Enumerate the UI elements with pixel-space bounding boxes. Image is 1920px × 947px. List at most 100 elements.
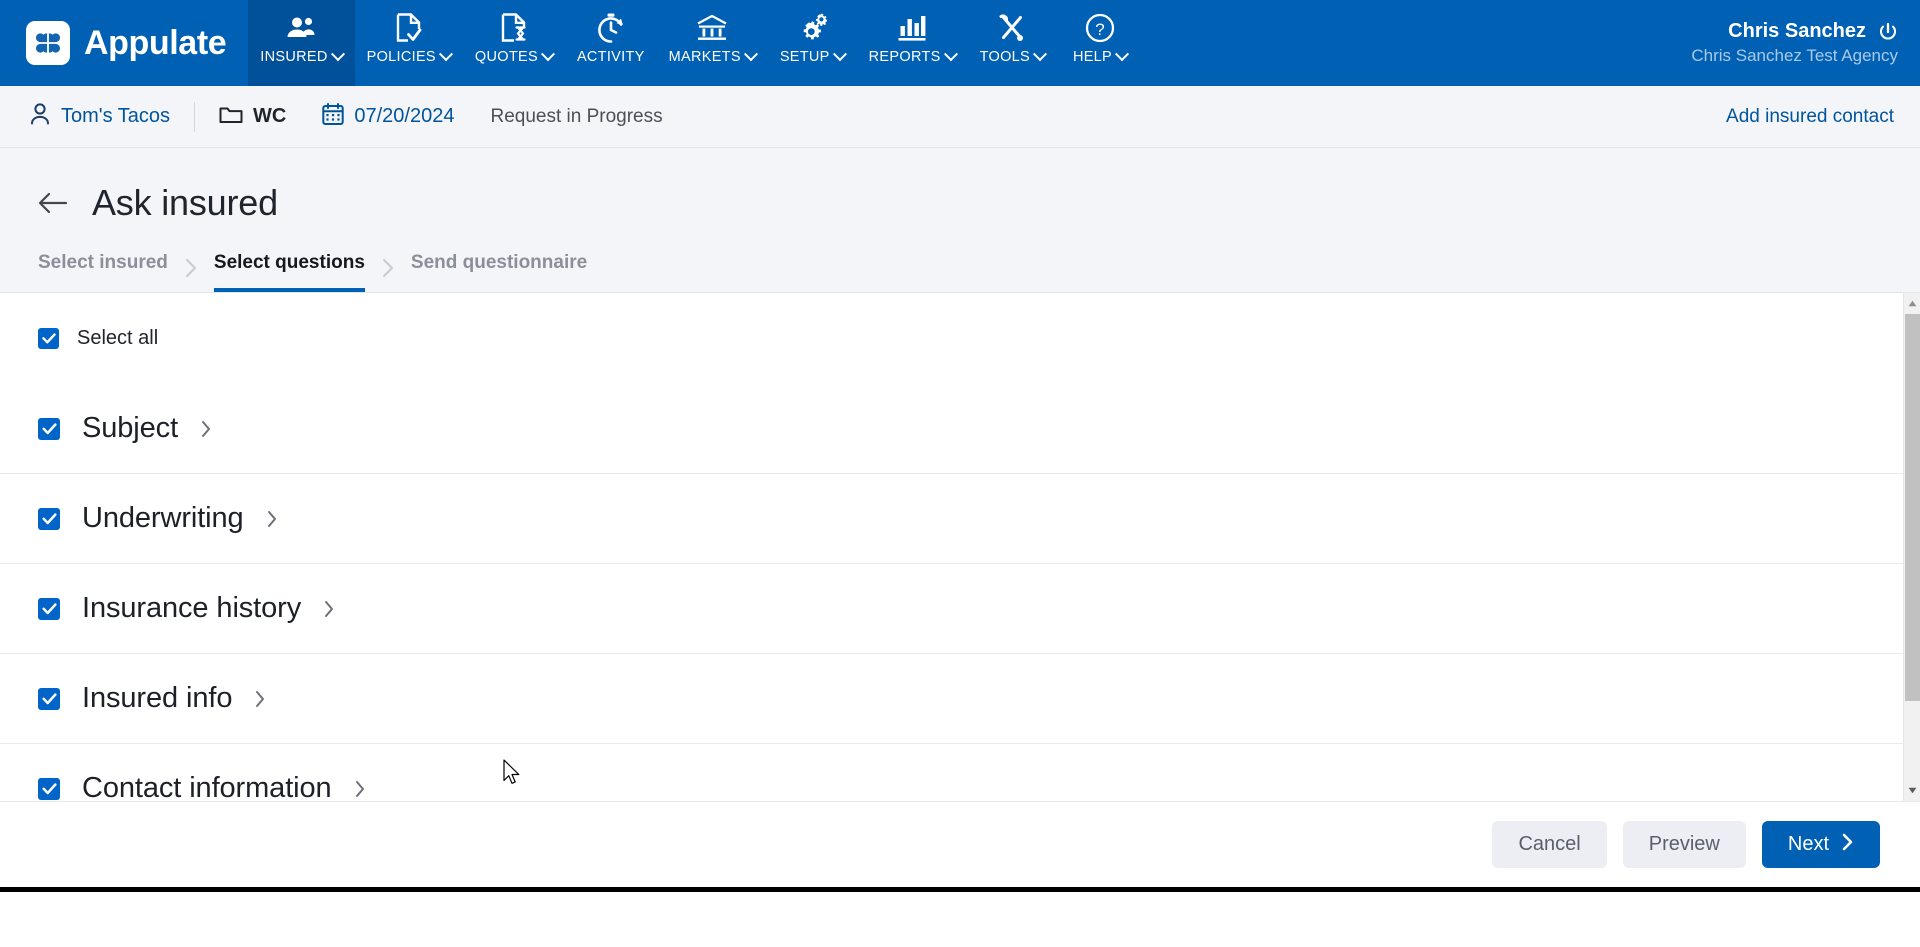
chevron-down-icon	[743, 47, 758, 62]
group-label: Subject	[82, 412, 179, 444]
nav-item-policies[interactable]: POLICIES	[355, 0, 463, 86]
chevron-down-icon	[1114, 47, 1130, 62]
step-select-questions[interactable]: Select questions	[213, 252, 365, 292]
question-group-row[interactable]: Insured info	[0, 654, 1903, 744]
nav-label-help: HELP	[1072, 49, 1113, 65]
divider	[194, 101, 196, 132]
wrench-screwdriver-icon	[997, 9, 1027, 47]
chevron-down-icon	[1032, 47, 1048, 62]
group-checkbox[interactable]	[38, 777, 60, 800]
nav-item-markets[interactable]: MARKETS	[657, 0, 768, 86]
nav-item-insured[interactable]: INSURED	[248, 0, 355, 86]
question-circle-icon: ?	[1085, 9, 1115, 47]
chevron-right-icon[interactable]	[254, 689, 266, 709]
calendar-icon	[322, 103, 345, 130]
nav-label-tools: TOOLS	[979, 49, 1030, 65]
group-label: Underwriting	[82, 502, 244, 534]
users-icon	[286, 9, 316, 47]
nav-item-reports[interactable]: REPORTS	[857, 0, 968, 86]
group-checkbox[interactable]	[38, 507, 60, 530]
main-nav-items: INSURED POLICIES QUOTES ACTIVITY MARKETS…	[248, 0, 1143, 86]
effective-date: 07/20/2024	[354, 105, 455, 127]
person-icon	[30, 103, 50, 130]
stopwatch-icon	[597, 9, 625, 47]
user-info: Chris Sanchez Chris Sanchez Test Agency	[1691, 0, 1920, 86]
nav-item-activity[interactable]: ACTIVITY	[565, 0, 657, 86]
scrollbar-thumb[interactable]	[1905, 314, 1920, 701]
questions-panel: Select all Subject Underwriting Insuranc…	[0, 292, 1920, 801]
wizard-steps: Select insured Select questions Send que…	[0, 252, 1920, 292]
vertical-scrollbar[interactable]	[1903, 293, 1920, 801]
nav-label-setup: SETUP	[779, 49, 830, 65]
brand-name: Appulate	[84, 24, 227, 62]
nav-label-activity: ACTIVITY	[576, 49, 645, 65]
brand-logo-area[interactable]: Appulate	[0, 0, 248, 86]
chevron-right-icon[interactable]	[323, 599, 335, 619]
page-title: Ask insured	[92, 182, 278, 223]
group-label: Contact information	[82, 772, 332, 801]
nav-label-reports: REPORTS	[868, 49, 941, 65]
group-checkbox[interactable]	[38, 687, 60, 710]
question-group-row[interactable]: Insurance history	[0, 564, 1903, 654]
caret-up-icon[interactable]	[1904, 295, 1920, 312]
page-header: Ask insured Select insured Select questi…	[0, 148, 1920, 292]
nav-item-quotes[interactable]: QUOTES	[463, 0, 565, 86]
question-group-row[interactable]: Contact information	[0, 744, 1903, 801]
status-badge: Request in Progress	[490, 105, 663, 127]
select-all-label: Select all	[77, 327, 159, 349]
power-icon[interactable]	[1878, 22, 1898, 42]
doc-check-icon	[396, 9, 422, 47]
group-checkbox[interactable]	[38, 597, 60, 620]
svg-text:?: ?	[1095, 20, 1104, 39]
user-agency: Chris Sanchez Test Agency	[1691, 46, 1898, 65]
group-checkbox[interactable]	[38, 417, 60, 440]
preview-button[interactable]: Preview	[1622, 821, 1746, 868]
top-navigation-bar: Appulate INSURED POLICIES QUOTES ACTIVIT…	[0, 0, 1920, 86]
group-label: Insurance history	[82, 592, 302, 624]
nav-label-insured: INSURED	[260, 49, 328, 65]
nav-label-quotes: QUOTES	[474, 49, 538, 65]
caret-down-icon[interactable]	[1904, 782, 1920, 799]
clover-logo-icon	[26, 21, 70, 65]
line-of-business: WC	[253, 105, 287, 127]
nav-label-policies: POLICIES	[366, 49, 436, 65]
bottom-edge	[0, 887, 1920, 892]
select-all-checkbox[interactable]	[38, 328, 59, 349]
insured-context-bar: Tom's Tacos WC 07/20/2024 Request in Pro…	[0, 86, 1920, 148]
insured-name: Tom's Tacos	[61, 105, 171, 127]
lob-chip[interactable]: WC	[219, 104, 286, 129]
bank-icon	[696, 9, 728, 47]
select-all-row[interactable]: Select all	[0, 321, 1903, 350]
add-insured-contact-link[interactable]: Add insured contact	[1726, 106, 1894, 128]
question-group-row[interactable]: Underwriting	[0, 474, 1903, 564]
footer-actions: Cancel Preview Next	[0, 801, 1920, 887]
chevron-right-icon[interactable]	[200, 419, 212, 439]
effective-date-chip[interactable]: 07/20/2024	[322, 103, 454, 130]
chevron-right-icon	[184, 258, 198, 278]
gears-icon	[797, 9, 828, 47]
arrow-left-icon[interactable]	[38, 192, 68, 214]
chevron-down-icon	[438, 47, 453, 62]
nav-item-tools[interactable]: TOOLS	[968, 0, 1057, 86]
nav-item-help[interactable]: ? HELP	[1057, 0, 1143, 86]
next-button-label: Next	[1787, 833, 1829, 855]
chevron-down-icon	[832, 47, 847, 62]
step-select-insured[interactable]: Select insured	[38, 252, 168, 292]
chevron-down-icon	[330, 47, 345, 62]
chevron-right-icon[interactable]	[266, 509, 278, 529]
chevron-down-icon	[540, 47, 556, 62]
insured-chip[interactable]: Tom's Tacos	[30, 103, 170, 130]
question-group-row[interactable]: Subject	[0, 384, 1903, 474]
nav-item-setup[interactable]: SETUP	[768, 0, 857, 86]
user-name[interactable]: Chris Sanchez	[1728, 20, 1866, 43]
chevron-down-icon	[943, 47, 958, 62]
nav-label-markets: MARKETS	[668, 49, 741, 65]
group-label: Insured info	[82, 682, 233, 714]
chevron-right-icon	[1841, 832, 1854, 858]
step-send-questionnaire[interactable]: Send questionnaire	[411, 252, 587, 292]
bar-chart-icon	[897, 9, 927, 47]
next-button[interactable]: Next	[1761, 821, 1880, 868]
chevron-right-icon[interactable]	[354, 779, 366, 799]
folder-icon	[219, 104, 243, 129]
cancel-button[interactable]: Cancel	[1492, 821, 1607, 868]
